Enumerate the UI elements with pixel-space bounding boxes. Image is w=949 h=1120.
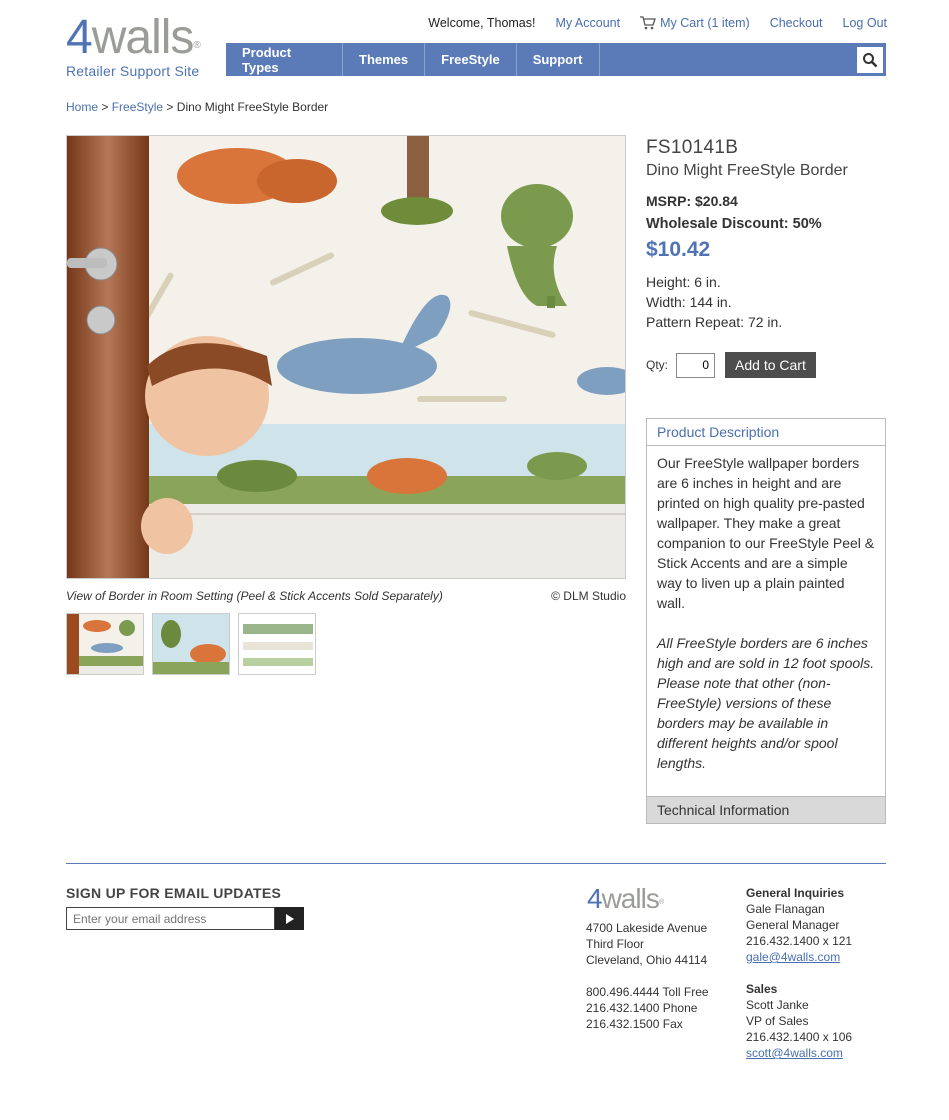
product-specs: Height: 6 in. Width: 144 in. Pattern Rep… <box>646 272 886 332</box>
general-contact-email[interactable]: gale@4walls.com <box>746 950 840 964</box>
breadcrumb-separator: > <box>101 100 109 114</box>
image-caption: View of Border in Room Setting (Peel & S… <box>66 589 626 603</box>
spec-width: Width: 144 in. <box>646 294 732 310</box>
breadcrumb-separator: > <box>166 100 174 114</box>
my-cart-link[interactable]: My Cart (1 item) <box>640 16 750 30</box>
product-price: $10.42 <box>646 238 711 261</box>
product-description-panel: Product Description Our FreeStyle wallpa… <box>646 418 886 824</box>
breadcrumb-home[interactable]: Home <box>66 100 98 114</box>
product-info: FS10141B Dino Might FreeStyle Border MSR… <box>646 137 886 378</box>
sales-contact-role: VP of Sales <box>746 1014 809 1028</box>
breadcrumb-freestyle[interactable]: FreeStyle <box>112 100 163 114</box>
room-setting-illustration <box>67 136 625 578</box>
add-to-cart-button[interactable]: Add to Cart <box>725 352 816 378</box>
checkout-link[interactable]: Checkout <box>770 16 823 30</box>
description-body: Our FreeStyle wallpaper borders are 6 in… <box>647 446 885 780</box>
site-logo[interactable]: 4walls® Retailer Support Site <box>66 11 201 80</box>
product-sku: FS10141B <box>646 137 739 158</box>
product-name: Dino Might FreeStyle Border <box>646 162 848 179</box>
description-note: All FreeStyle borders are 6 inches high … <box>657 635 875 771</box>
breadcrumb: Home > FreeStyle > Dino Might FreeStyle … <box>66 100 328 114</box>
breadcrumb-current: Dino Might FreeStyle Border <box>176 100 329 114</box>
product-main-image <box>66 135 626 579</box>
sales-contact-phone: 216.432.1400 x 106 <box>746 1030 853 1044</box>
nav-freestyle[interactable]: FreeStyle <box>425 43 517 76</box>
main-nav: Product Types Themes FreeStyle Support <box>226 43 886 76</box>
phone-line: 800.496.4444 Toll Free <box>586 985 709 999</box>
nav-product-types[interactable]: Product Types <box>226 43 343 76</box>
search-button[interactable] <box>857 46 883 73</box>
cart-icon <box>640 16 657 30</box>
footer-divider <box>66 863 886 864</box>
spec-height: Height: 6 in. <box>646 274 721 290</box>
general-inquiries-title: General Inquiries <box>746 886 845 900</box>
technical-information-tab[interactable]: Technical Information <box>647 796 885 823</box>
qty-label: Qty: <box>646 358 669 372</box>
email-signup-form <box>66 907 304 930</box>
image-credit: © DLM Studio <box>551 589 626 603</box>
footer-address: 4700 Lakeside Avenue Third Floor Clevela… <box>586 920 709 1032</box>
general-contact-name: Gale Flanagan <box>746 902 825 916</box>
sales-contact-name: Scott Janke <box>746 998 809 1012</box>
email-field[interactable] <box>66 907 275 930</box>
log-out-link[interactable]: Log Out <box>843 16 887 30</box>
phone-line: 216.432.1500 Fax <box>586 1017 683 1031</box>
my-cart-label: My Cart (1 item) <box>660 16 750 30</box>
discount-value: 50% <box>792 216 822 232</box>
product-description-tab[interactable]: Product Description <box>647 419 885 446</box>
footer-logo: 4walls® <box>587 883 664 914</box>
spec-pattern-repeat: Pattern Repeat: 72 in. <box>646 314 783 330</box>
general-contact-phone: 216.432.1400 x 121 <box>746 934 853 948</box>
thumbnail-room[interactable] <box>66 613 144 675</box>
welcome-text: Welcome, Thomas! <box>428 16 536 30</box>
msrp-value: $20.84 <box>695 193 738 209</box>
my-account-link[interactable]: My Account <box>555 16 620 30</box>
nav-support[interactable]: Support <box>517 43 600 76</box>
sales-contact-email[interactable]: scott@4walls.com <box>746 1046 843 1060</box>
email-submit-button[interactable] <box>275 907 304 930</box>
footer-contacts: General Inquiries Gale Flanagan General … <box>746 885 852 1061</box>
address-line: 4700 Lakeside Avenue <box>586 921 708 935</box>
sales-title: Sales <box>746 982 778 996</box>
description-paragraph: Our FreeStyle wallpaper borders are 6 in… <box>657 455 875 611</box>
thumbnail-strip <box>66 613 316 675</box>
account-links: Welcome, Thomas! My Account My Cart (1 i… <box>428 16 887 30</box>
thumbnail-border[interactable] <box>238 613 316 675</box>
general-contact-role: General Manager <box>746 918 840 932</box>
address-line: Cleveland, Ohio 44114 <box>586 953 708 967</box>
search-icon <box>863 52 878 67</box>
arrow-right-icon <box>285 913 294 924</box>
msrp: MSRP: $20.84 <box>646 193 886 209</box>
address-line: Third Floor <box>586 937 645 951</box>
nav-themes[interactable]: Themes <box>343 43 426 76</box>
caption-text: View of Border in Room Setting (Peel & S… <box>66 589 443 603</box>
wholesale-discount: Wholesale Discount: 50% <box>646 216 886 232</box>
thumbnail-detail[interactable] <box>152 613 230 675</box>
email-signup-title: SIGN UP FOR EMAIL UPDATES <box>66 885 282 901</box>
quantity-input[interactable] <box>676 352 716 378</box>
add-to-cart-form: Qty: Add to Cart <box>646 352 886 378</box>
phone-line: 216.432.1400 Phone <box>586 1001 698 1015</box>
logo-wordmark: 4walls® <box>66 11 201 64</box>
msrp-label: MSRP: <box>646 193 692 209</box>
logo-subtitle: Retailer Support Site <box>66 63 200 79</box>
discount-label: Wholesale Discount: <box>646 216 789 232</box>
